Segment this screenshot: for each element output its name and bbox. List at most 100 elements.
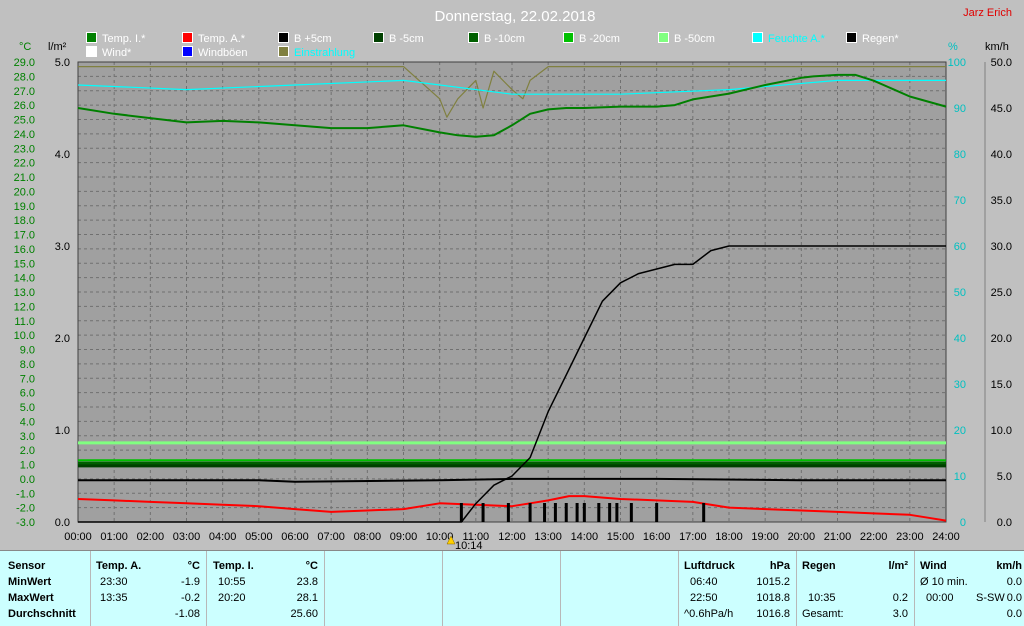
wind-avg2: 0.0 <box>1006 608 1022 620</box>
legend-label: B +5cm <box>294 33 332 45</box>
humidity-tick-label: 20 <box>954 425 966 437</box>
temp-tick-label: 16.0 <box>14 244 35 256</box>
author-label: Jarz Erich <box>963 7 1012 19</box>
wind-header: Wind <box>920 560 947 572</box>
legend-label: Temp. A.* <box>198 33 246 45</box>
humidity-tick-label: 40 <box>954 333 966 345</box>
temp-tick-label: 5.0 <box>20 402 35 414</box>
pressure-min: 1015.2 <box>756 576 790 588</box>
legend-item: Temp. I.* <box>86 32 145 46</box>
wind-avg-label: Ø 10 min. <box>920 576 968 588</box>
wind-tick-label: 50.0 <box>991 57 1012 69</box>
legend-item: Wind* <box>86 46 131 60</box>
temp-i-header: Temp. I. <box>213 560 254 572</box>
rain-event-bar <box>608 503 612 522</box>
temp-tick-label: 7.0 <box>20 373 35 385</box>
legend-label: B -50cm <box>674 33 715 45</box>
avg-label: Durchschnitt <box>8 608 76 620</box>
temp-tick-label: 25.0 <box>14 115 35 127</box>
x-tick-label: 12:00 <box>498 531 526 543</box>
temp-tick-label: 8.0 <box>20 359 35 371</box>
temp-tick-label: 6.0 <box>20 388 35 400</box>
time-marker-label: 10:14 <box>455 540 483 550</box>
pressure-max: 1018.8 <box>756 592 790 604</box>
legend-swatch <box>373 32 384 43</box>
temp-tick-label: -3.0 <box>16 517 35 529</box>
rain-tick-label: 3.0 <box>55 241 70 253</box>
stats-panel: Sensor MinWert MaxWert Durchschnitt Temp… <box>0 550 1024 626</box>
temp-tick-label: 1.0 <box>20 460 35 472</box>
legend-label: Wind* <box>102 47 132 59</box>
x-tick-label: 05:00 <box>245 531 273 543</box>
x-tick-label: 08:00 <box>354 531 382 543</box>
legend-item: Temp. A.* <box>182 32 245 46</box>
legend-label: Regen* <box>862 33 899 45</box>
temp-tick-label: 10.0 <box>14 330 35 342</box>
rain-event-bar <box>564 503 568 522</box>
legend-label: B -5cm <box>389 33 424 45</box>
temp-tick-label: 29.0 <box>14 57 35 69</box>
temp-i-max-time: 20:20 <box>218 592 246 604</box>
legend-swatch <box>846 32 857 43</box>
temp-i-min-time: 10:55 <box>218 576 246 588</box>
x-tick-label: 03:00 <box>173 531 201 543</box>
rain-tick-label: 2.0 <box>55 333 70 345</box>
legend-label: Feuchte A.* <box>768 33 825 45</box>
wind-tick-label: 45.0 <box>991 103 1012 115</box>
axis-title-temp: °C <box>19 41 31 53</box>
temp-tick-label: -2.0 <box>16 503 35 515</box>
x-tick-label: 22:00 <box>860 531 888 543</box>
rain-total-label: Gesamt: <box>802 608 844 620</box>
rain-tick-label: 5.0 <box>55 57 70 69</box>
pressure-avg: 1016.8 <box>756 608 790 620</box>
legend-swatch <box>86 46 97 57</box>
rain-event-bar <box>629 503 633 522</box>
rain-tick-label: 4.0 <box>55 149 70 161</box>
humidity-tick-label: 50 <box>954 287 966 299</box>
legend-item: Windböen <box>182 46 248 60</box>
chart-title: Donnerstag, 22.02.2018 <box>435 8 596 25</box>
humidity-tick-label: 10 <box>954 471 966 483</box>
rain-unit: l/m² <box>888 560 908 572</box>
x-tick-label: 17:00 <box>679 531 707 543</box>
legend-swatch <box>278 32 289 43</box>
temp-tick-label: 13.0 <box>14 287 35 299</box>
x-tick-label: 21:00 <box>824 531 852 543</box>
temp-tick-label: 27.0 <box>14 86 35 98</box>
temp-tick-label: 2.0 <box>20 445 35 457</box>
pressure-unit: hPa <box>769 560 790 572</box>
legend-item: B -5cm <box>373 32 424 46</box>
legend-item: B -10cm <box>468 32 525 46</box>
humidity-tick-label: 70 <box>954 195 966 207</box>
temp-tick-label: 28.0 <box>14 71 35 83</box>
rain-event-bar <box>553 503 557 522</box>
wind-tick-label: 25.0 <box>991 287 1012 299</box>
humidity-tick-label: 0 <box>960 517 966 529</box>
legend-label: Temp. I.* <box>102 33 146 45</box>
x-tick-label: 23:00 <box>896 531 924 543</box>
rain-event-bar <box>582 503 586 522</box>
legend-item: Regen* <box>846 32 899 46</box>
temp-tick-label: 21.0 <box>14 172 35 184</box>
min-label: MinWert <box>8 576 52 588</box>
temp-tick-label: 18.0 <box>14 215 35 227</box>
humidity-tick-label: 60 <box>954 241 966 253</box>
temp-tick-label: 24.0 <box>14 129 35 141</box>
x-axis: 00:00 01:00 02:00 03:00 04:00 05:00 06:00 07:00… <box>64 531 960 543</box>
x-tick-label: 18:00 <box>715 531 743 543</box>
wind-max-time: 00:00 <box>926 592 954 604</box>
temp-i-unit: °C <box>305 560 318 572</box>
x-tick-label: 13:00 <box>534 531 562 543</box>
x-tick-label: 01:00 <box>100 531 128 543</box>
x-tick-label: 20:00 <box>788 531 816 543</box>
max-label: MaxWert <box>8 592 54 604</box>
sensor-header: Sensor <box>8 560 46 572</box>
temp-tick-label: 23.0 <box>14 143 35 155</box>
wind-unit: km/h <box>996 560 1022 572</box>
wind-tick-label: 5.0 <box>997 471 1012 483</box>
legend-label: Windböen <box>198 47 248 59</box>
temp-tick-label: 0.0 <box>20 474 35 486</box>
temp-tick-label: 20.0 <box>14 186 35 198</box>
legend-swatch <box>752 32 763 43</box>
temp-i-max: 28.1 <box>296 592 318 604</box>
